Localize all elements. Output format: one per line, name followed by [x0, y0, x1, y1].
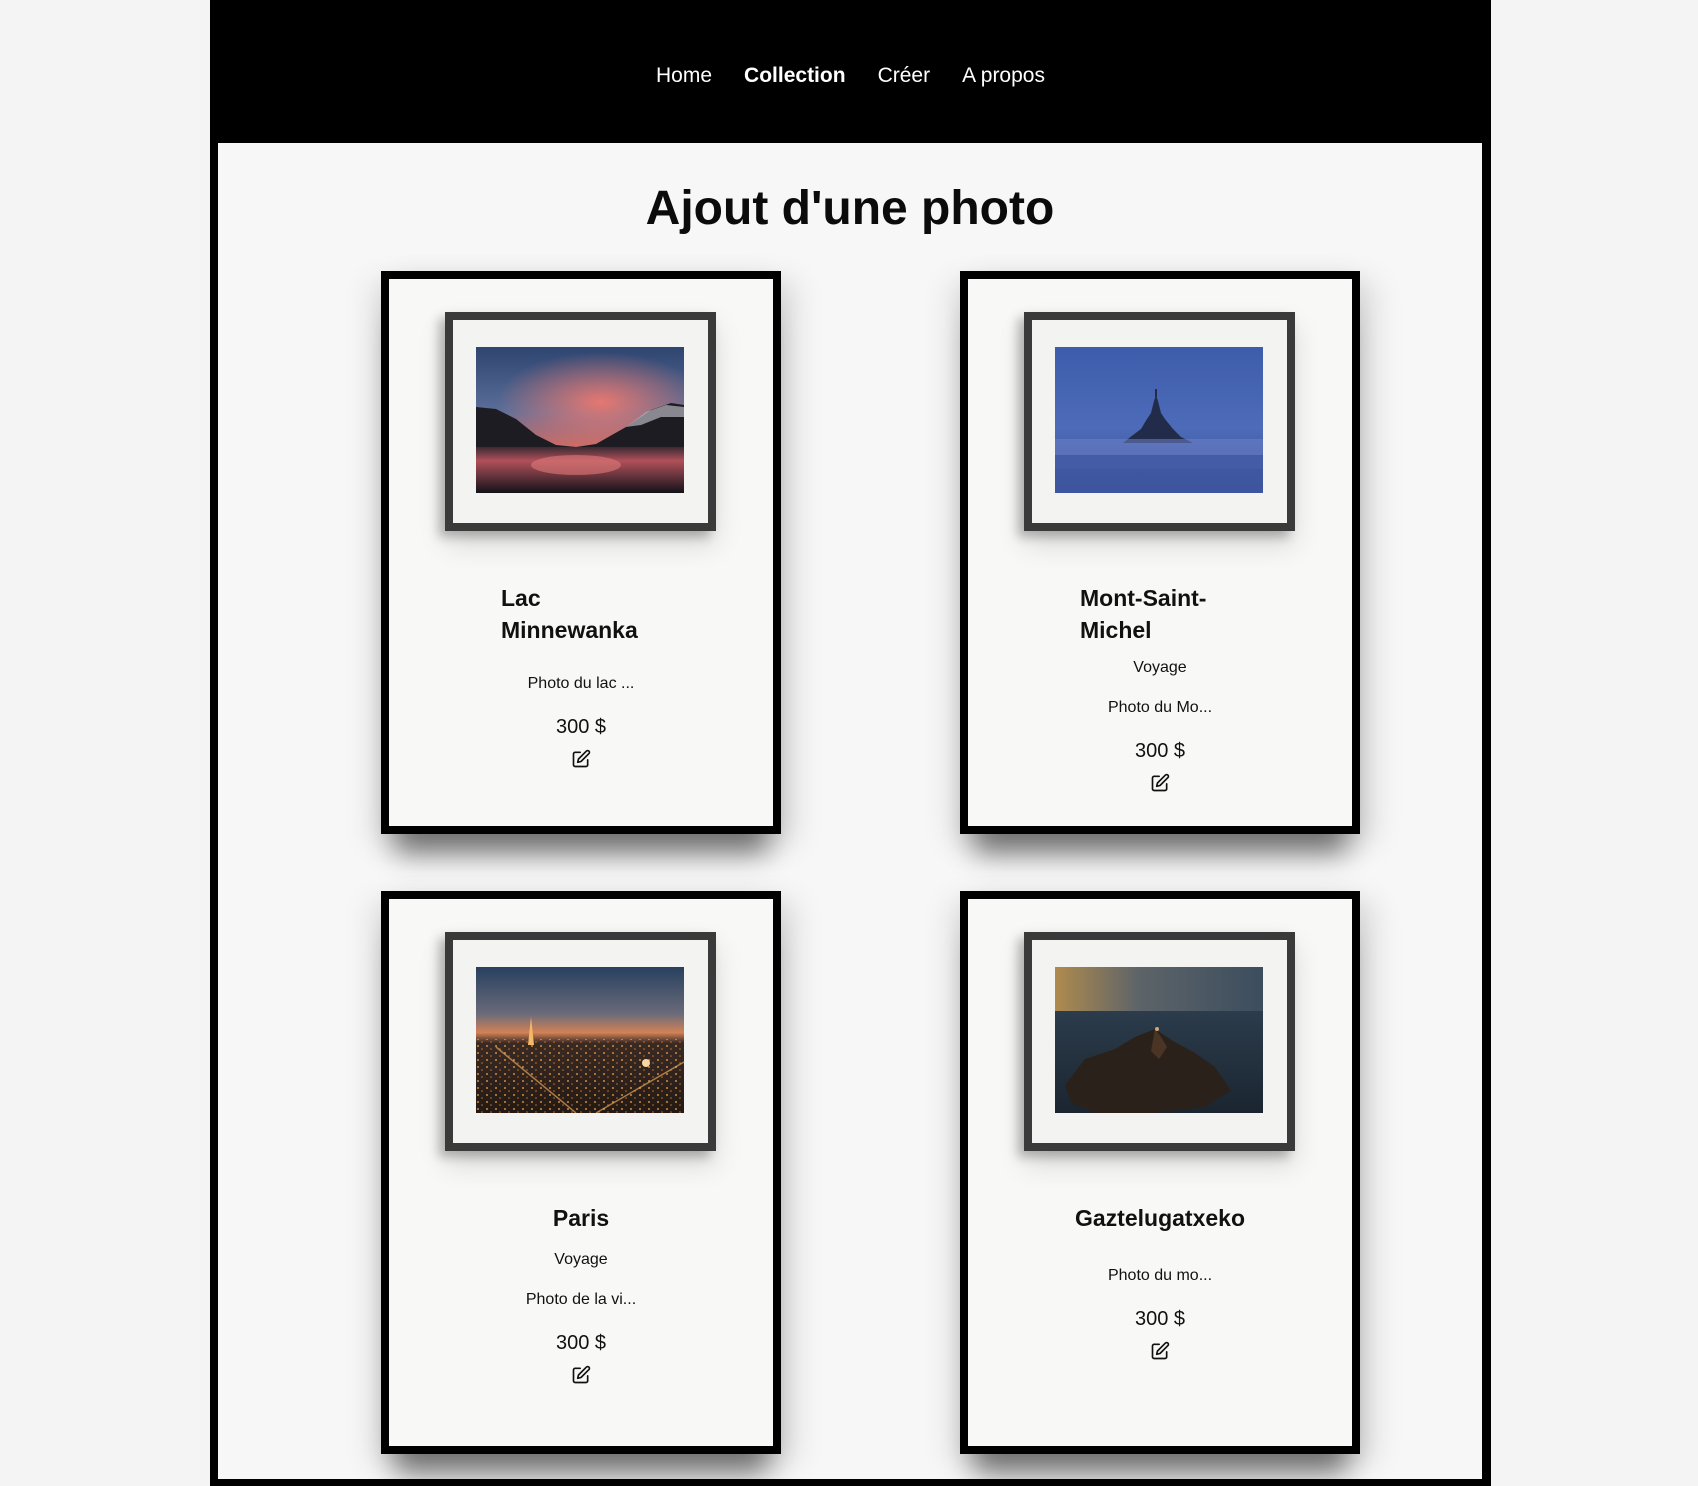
card-title: Gaztelugatxeko [1075, 1205, 1245, 1231]
nav-link-home[interactable]: Home [656, 62, 712, 90]
top-navigation: Home Collection Créer A propos [210, 0, 1491, 143]
card-price: 300 $ [1134, 1308, 1186, 1330]
card-category: Voyage [1133, 659, 1187, 676]
photo-image[interactable] [476, 967, 684, 1113]
photo-card[interactable]: Gaztelugatxeko Photo du mo... 300 $ [960, 891, 1360, 1454]
card-title: Mont-Saint-Michel [1080, 585, 1207, 643]
page: Home Collection Créer A propos Ajout d'u… [210, 0, 1491, 1486]
edit-icon[interactable] [571, 1365, 591, 1385]
card-title: Paris [552, 1205, 610, 1231]
photo-frame [1024, 312, 1295, 531]
page-title: Ajout d'une photo [645, 182, 1055, 235]
card-title: Lac Minnewanka [501, 585, 638, 643]
edit-icon[interactable] [1150, 773, 1170, 793]
main-content: Ajout d'une photo Lac Minnewanka Photo d… [218, 143, 1482, 1479]
photo-image[interactable] [476, 347, 684, 493]
card-description: Photo du mo... [1107, 1267, 1213, 1284]
photo-frame [445, 932, 716, 1151]
card-price: 300 $ [555, 716, 607, 738]
photo-frame [1024, 932, 1295, 1151]
card-price: 300 $ [555, 1332, 607, 1354]
photo-card[interactable]: Mont-Saint-Michel Voyage Photo du Mo... … [960, 271, 1360, 834]
edit-icon[interactable] [1150, 1341, 1170, 1361]
edit-icon[interactable] [571, 749, 591, 769]
nav-link-creer[interactable]: Créer [878, 62, 931, 90]
photo-image[interactable] [1055, 347, 1263, 493]
card-description: Photo du lac ... [527, 675, 635, 692]
photo-card[interactable]: Lac Minnewanka Photo du lac ... 300 $ [381, 271, 781, 834]
photo-frame [445, 312, 716, 531]
nav-link-a-propos[interactable]: A propos [962, 62, 1045, 90]
card-category: Voyage [554, 1251, 608, 1268]
nav-link-collection[interactable]: Collection [744, 62, 846, 90]
photo-image[interactable] [1055, 967, 1263, 1113]
card-description: Photo du Mo... [1107, 699, 1213, 716]
photo-card[interactable]: Paris Voyage Photo de la vi... 300 $ [381, 891, 781, 1454]
card-price: 300 $ [1134, 740, 1186, 762]
card-description: Photo de la vi... [525, 1291, 637, 1308]
